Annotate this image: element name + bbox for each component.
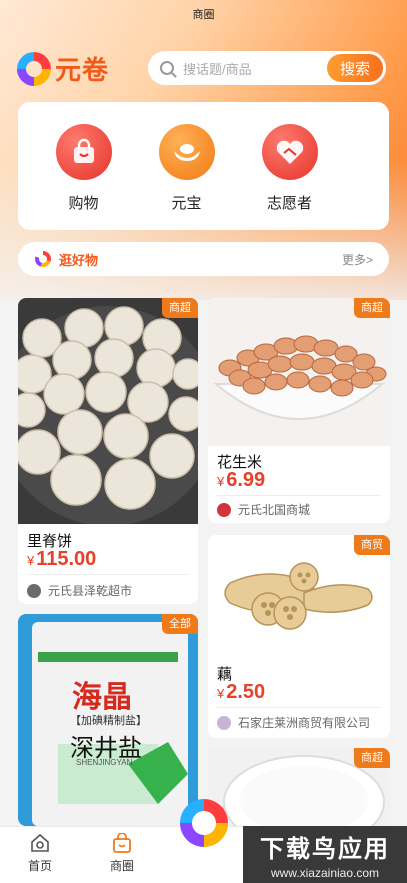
category-tag: 商超 [354, 748, 390, 768]
product-image: 海晶 【加碘精制盐】 深井盐 SHENJINGYAN [18, 614, 198, 826]
product-image [18, 298, 198, 526]
product-card[interactable]: 商超 [208, 748, 390, 826]
page-title: 商圈 [192, 9, 215, 21]
search-input[interactable]: 搜话题/商品 [183, 59, 327, 78]
category-tag: 商超 [162, 298, 198, 318]
brand-name: 元卷 [55, 55, 110, 85]
tab-label: 商圈 [109, 859, 134, 873]
logo-ring-icon [17, 51, 51, 86]
shop-bag-icon [113, 833, 131, 853]
divider [217, 707, 381, 708]
product-card[interactable]: 商超 花生米 ¥6.99 元氏北国商城 [208, 298, 390, 523]
browse-goods-bar[interactable]: 逛好物 更多> [18, 242, 389, 276]
category-tag: 商贸 [354, 535, 390, 555]
quick-entry-label: 购物 [68, 195, 99, 212]
quick-entry-label: 元宝 [171, 195, 202, 212]
shop-avatar [217, 715, 231, 730]
shop-name: 石家庄莱洲商贸有限公司 [238, 716, 371, 730]
shop-info[interactable]: 石家庄莱洲商贸有限公司 [217, 714, 370, 731]
tab-label: 首页 [27, 859, 52, 873]
gold-ingot-icon [158, 124, 215, 180]
tab-home[interactable]: 首页 [17, 833, 63, 874]
product-image [208, 298, 390, 446]
quick-entry-ingot[interactable]: 元宝 [135, 124, 238, 230]
product-price: ¥115.00 [27, 548, 97, 570]
watermark-title: 下载鸟应用 [260, 836, 390, 863]
product-price: ¥2.50 [217, 681, 266, 703]
watermark: 下载鸟应用 www.xiazainiao.com [243, 826, 407, 883]
handshake-heart-icon [261, 124, 318, 180]
divider [217, 495, 381, 496]
shop-name: 元氏北国商城 [238, 503, 311, 517]
shop-info[interactable]: 元氏北国商城 [217, 501, 310, 518]
home-icon [31, 833, 49, 852]
shop-avatar [27, 583, 41, 598]
pack-pinyin: SHENJINGYAN [76, 758, 133, 767]
browse-logo-icon [35, 251, 51, 267]
shop-info[interactable]: 元氏县泽乾超市 [27, 582, 132, 599]
shop-avatar [217, 502, 231, 517]
search-button[interactable]: 搜索 [327, 54, 383, 82]
quick-entry-volunteer[interactable]: 志愿者 [238, 124, 341, 230]
shop-name: 元氏县泽乾超市 [48, 584, 133, 598]
product-card[interactable]: 商贸 藕 ¥2.50 石家庄莱洲商贸有限公司 [208, 535, 390, 738]
search-icon [160, 61, 174, 75]
pack-brand: 海晶 [72, 680, 132, 715]
pack-subtitle: 【加碘精制盐】 [70, 715, 147, 727]
shopping-bag-icon [55, 124, 112, 180]
browse-title: 逛好物 [59, 252, 99, 268]
more-link[interactable]: 更多> [342, 251, 373, 268]
product-card[interactable]: 商超 里脊饼 ¥115.00 元氏县泽乾超市 [18, 298, 198, 604]
quick-entry-label: 志愿者 [266, 195, 312, 212]
category-tag: 商超 [354, 298, 390, 318]
quick-entry-card: 购物 元宝 志愿者 [18, 102, 389, 230]
divider [27, 574, 189, 575]
watermark-url: www.xiazainiao.com [270, 866, 380, 880]
search-bar[interactable]: 搜话题/商品 搜索 [148, 51, 386, 85]
tab-shop-circle[interactable]: 商圈 [99, 833, 145, 874]
brand-logo: 元卷 [17, 50, 109, 87]
quick-entry-shopping[interactable]: 购物 [32, 124, 135, 230]
product-card[interactable]: 海晶 【加碘精制盐】 深井盐 SHENJINGYAN 全部 [18, 614, 198, 826]
product-price: ¥6.99 [217, 469, 266, 491]
center-action-button[interactable] [180, 799, 228, 847]
category-tag: 全部 [162, 614, 198, 634]
